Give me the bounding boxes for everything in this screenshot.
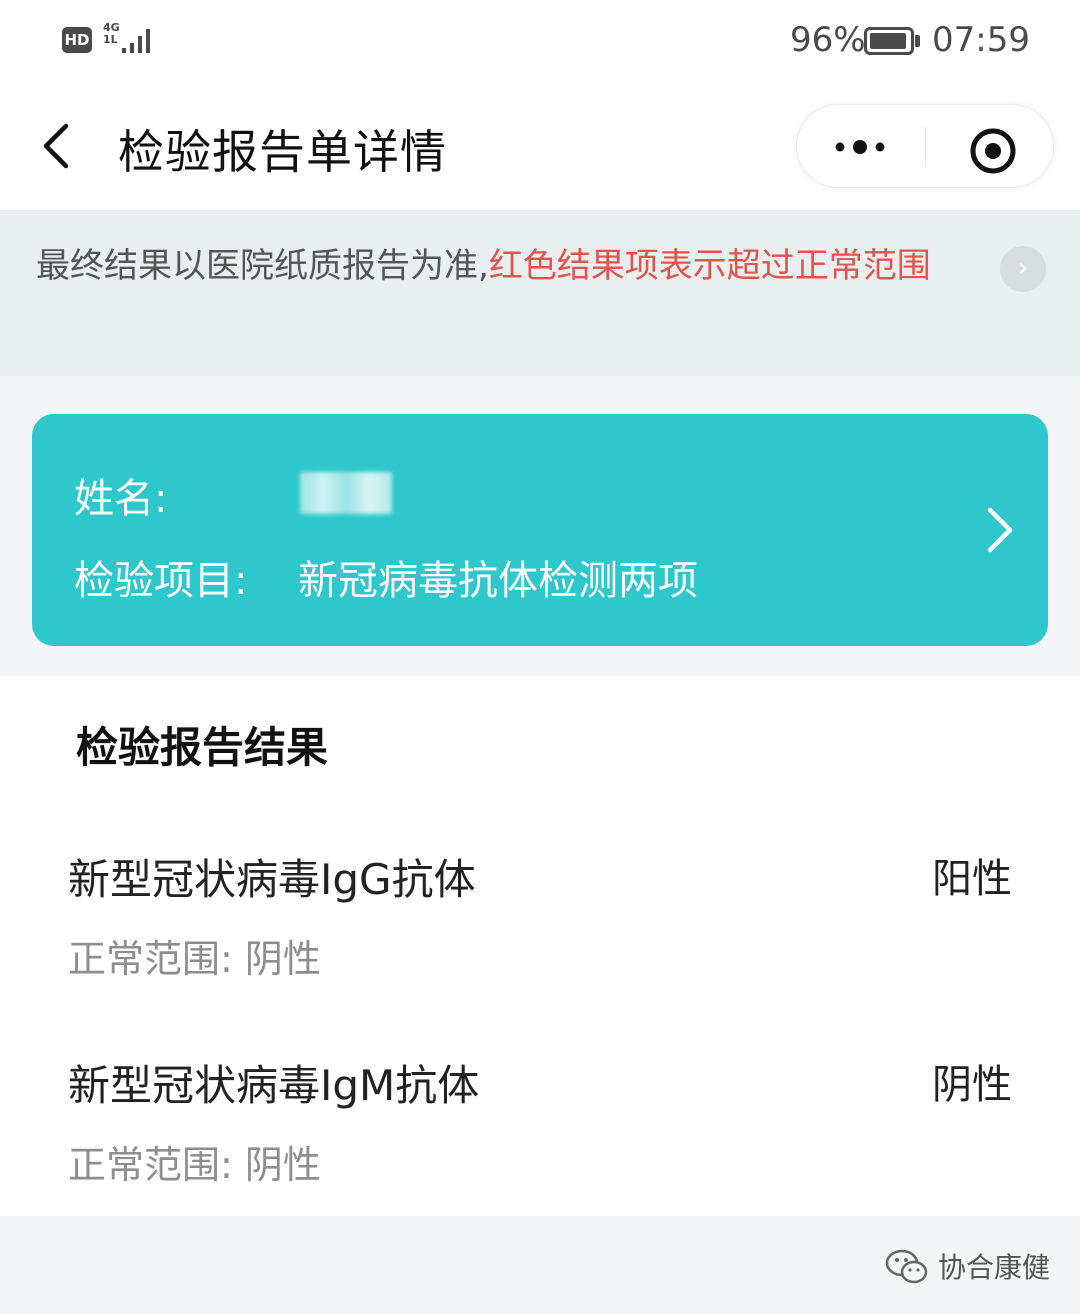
test-item-value: 新冠病毒抗体检测两项 bbox=[298, 558, 698, 604]
result-normal-range: 正常范围: 阴性 bbox=[68, 937, 321, 981]
notice-normal-text: 最终结果以医院纸质报告为准, bbox=[36, 246, 489, 286]
status-bar: HD 4G 1L 96% 07:59 bbox=[0, 0, 1080, 84]
results-section: 检验报告结果 新型冠状病毒IgG抗体 阳性 正常范围: 阴性 新型冠状病毒IgM… bbox=[0, 676, 1080, 1216]
signal-icon bbox=[122, 29, 150, 53]
notice-banner: 最终结果以医院纸质报告为准,红色结果项表示超过正常范围 › bbox=[0, 210, 1080, 376]
target-icon[interactable] bbox=[969, 127, 1017, 175]
result-name: 新型冠状病毒IgM抗体 bbox=[68, 1061, 480, 1110]
test-item-label: 检验项目: bbox=[74, 558, 248, 604]
wechat-icon bbox=[885, 1249, 928, 1284]
capsule-divider bbox=[925, 127, 926, 167]
result-row: 新型冠状病毒IgG抗体 阳性 正常范围: 阴性 bbox=[0, 836, 1080, 1016]
results-title: 检验报告结果 bbox=[76, 723, 329, 772]
battery-icon bbox=[864, 27, 914, 55]
result-value: 阴性 bbox=[932, 1062, 1012, 1108]
notice-close-icon[interactable]: › bbox=[1000, 246, 1046, 292]
page-title: 检验报告单详情 bbox=[118, 125, 447, 179]
battery-percent: 96% bbox=[790, 20, 866, 60]
result-value: 阳性 bbox=[932, 856, 1012, 902]
battery-tip bbox=[915, 35, 920, 47]
patient-info-card[interactable]: 姓名: 检验项目: 新冠病毒抗体检测两项 bbox=[32, 414, 1048, 646]
hd-badge: HD bbox=[62, 27, 92, 53]
clock: 07:59 bbox=[932, 20, 1030, 60]
name-value-redacted bbox=[300, 472, 392, 514]
back-icon[interactable] bbox=[36, 120, 76, 172]
result-normal-range: 正常范围: 阴性 bbox=[68, 1143, 321, 1187]
chevron-right-icon bbox=[987, 507, 1013, 553]
mini-program-capsule bbox=[796, 104, 1054, 188]
result-row: 新型冠状病毒IgM抗体 阴性 正常范围: 阴性 bbox=[0, 1042, 1080, 1222]
nav-bar: 检验报告单详情 bbox=[0, 84, 1080, 210]
notice-text: 最终结果以医院纸质报告为准,红色结果项表示超过正常范围 bbox=[36, 240, 966, 292]
notice-warning-text: 红色结果项表示超过正常范围 bbox=[488, 246, 931, 286]
name-label: 姓名: bbox=[74, 476, 168, 522]
watermark-text: 协合康健 bbox=[938, 1251, 1051, 1284]
more-icon[interactable] bbox=[827, 127, 897, 167]
network-type-label: 4G 1L bbox=[103, 21, 120, 46]
result-name: 新型冠状病毒IgG抗体 bbox=[68, 855, 476, 904]
footer: 协合康健 bbox=[0, 1216, 1080, 1314]
